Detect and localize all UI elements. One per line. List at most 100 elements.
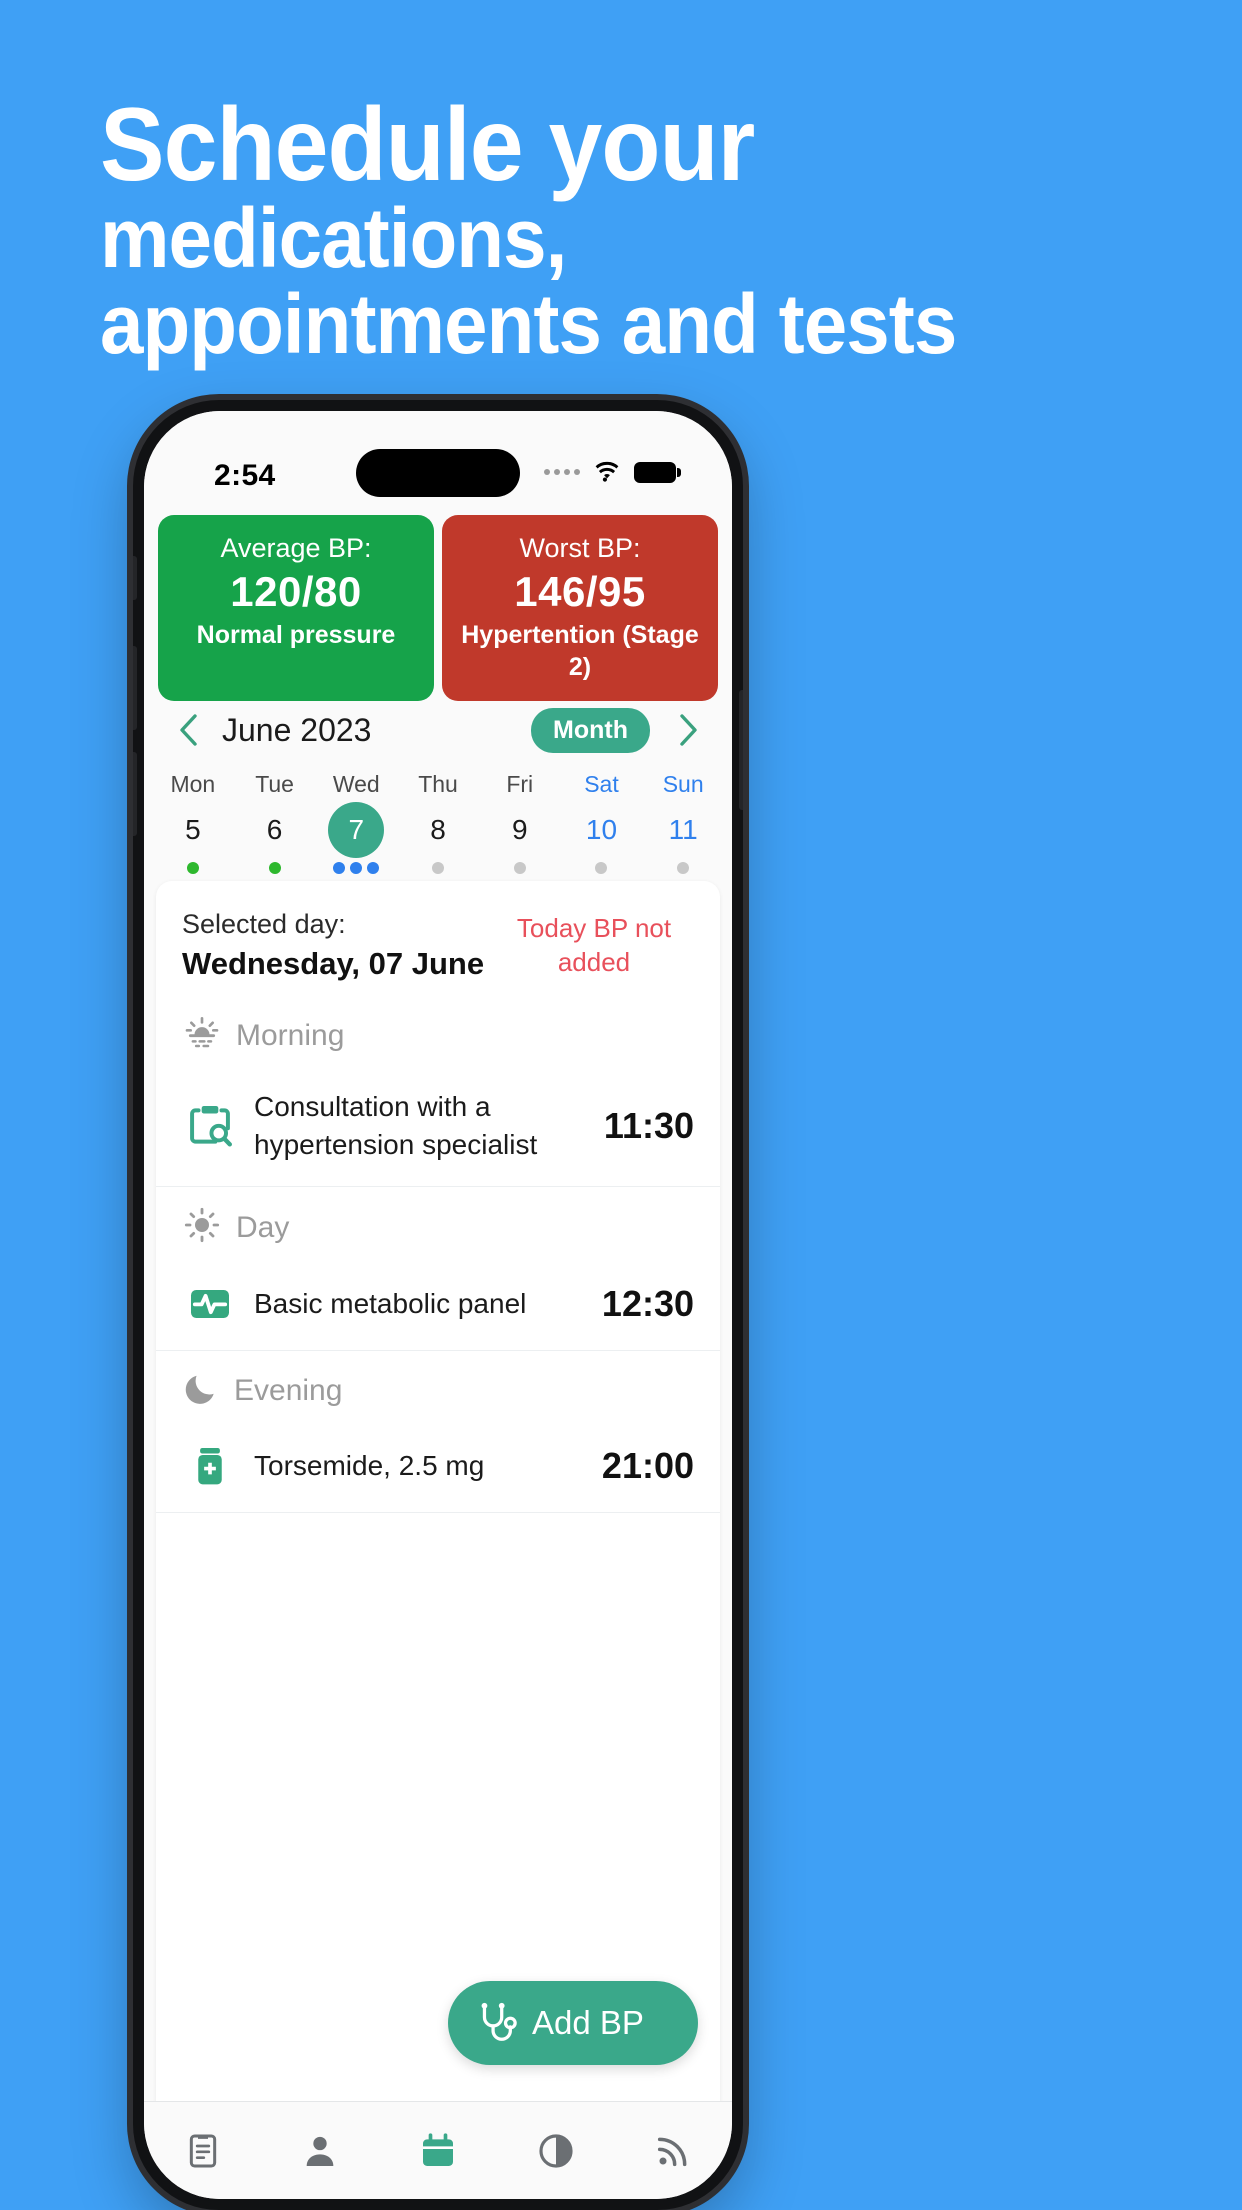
calendar-weekday-name: Wed [332,771,380,797]
battery-icon [634,461,681,483]
add-bp-button[interactable]: Add BP [448,1981,698,2065]
sunrise-icon [182,1013,222,1058]
calendar-day-event-dots [186,861,199,875]
worst-bp-subtitle: Hypertention (Stage 2) [461,621,699,681]
headline-line-2: medications, [100,191,567,285]
event-dot [677,862,690,874]
worst-bp-card[interactable]: Worst BP: 146/95 Hypertention (Stage 2) [442,515,718,701]
calendar-day-event-dots [432,861,445,875]
headline-line-3: appointments and tests [100,277,957,371]
event-dot [268,862,281,874]
schedule-section-label: Evening [234,1373,343,1407]
marketing-headline: Schedule your medications, appointments … [100,87,1100,371]
headline-line-1: Schedule your [100,87,755,203]
schedule-section-header: Evening [156,1351,720,1426]
worst-bp-title: Worst BP: [519,533,641,563]
bottom-tab-bar[interactable] [144,2101,732,2199]
event-dot [186,862,199,874]
calendar-weekday-name: Mon [170,771,216,797]
calendar-day-9[interactable]: Fri 9 [479,767,561,877]
chevron-left-icon[interactable] [168,710,208,750]
schedule-section-label: Day [236,1210,290,1244]
volume-down-button[interactable] [133,752,137,836]
sun-icon [182,1205,222,1250]
event-dot [432,862,445,874]
dynamic-island [356,449,520,497]
calendar-day-event-dots [595,861,608,875]
silent-switch[interactable] [133,556,137,600]
phone-mockup: 2:54 Average BP: 120/80 Normal pressure [133,400,743,2210]
volume-up-button[interactable] [133,646,137,730]
schedule-event-row[interactable]: Torsemide, 2.5 mg 21:00 [156,1426,720,1513]
selected-day-card: Selected day: Wednesday, 07 June Today B… [156,881,720,2117]
calendar-weekday-name: Sat [584,771,619,797]
schedule-sections: Morning Consultation with a hypertension … [156,995,720,1513]
calendar-weekday-name: Tue [255,771,294,797]
calendar-header: June 2023 Month [144,693,732,767]
calendar-view-toggle[interactable]: Month [531,707,650,753]
schedule-section-label: Morning [236,1018,345,1052]
status-indicators [544,461,681,483]
status-bar: 2:54 [144,411,732,507]
schedule-event-time: 11:30 [603,1105,694,1146]
calendar-month-label: June 2023 [222,711,372,748]
schedule-section-header: Morning [156,995,720,1072]
calendar-day-event-dots [677,861,690,875]
calendar-day-6[interactable]: Tue 6 [234,767,316,877]
calendar-day-event-dots [268,861,281,875]
selected-day-label: Selected day: [182,909,346,939]
phone-screen: 2:54 Average BP: 120/80 Normal pressure [144,411,732,2199]
calendar-day-event-dots [513,861,526,875]
schedule-event-title: Basic metabolic panel [254,1288,527,1319]
tab-feed[interactable] [614,2131,732,2171]
calendar-day-10[interactable]: Sat 10 [561,767,643,877]
chevron-right-icon[interactable] [668,710,708,750]
calendar-day-5[interactable]: Mon 5 [152,767,234,877]
calendar-day-number-wrap[interactable]: 5 [165,805,221,855]
schedule-section-header: Day [156,1187,720,1264]
calendar-day-number: 9 [511,814,528,845]
calendar-day-11[interactable]: Sun 11 [642,767,724,877]
calendar-weekday-name: Thu [418,771,458,797]
schedule-event-row[interactable]: Consultation with a hypertension special… [156,1072,720,1187]
calendar-weekday-name: Fri [506,771,534,797]
schedule-event-row[interactable]: Basic metabolic panel 12:30 [156,1264,720,1351]
tab-statistics[interactable] [497,2131,615,2171]
bp-summary-row: Average BP: 120/80 Normal pressure Worst… [144,515,732,701]
bp-warning-text: Today BP not added [516,913,672,977]
calendar-day-7[interactable]: Wed 7 [315,767,397,877]
event-dot [350,862,363,874]
tab-calendar[interactable] [379,2131,497,2171]
calendar-day-number: 6 [266,814,283,845]
schedule-event-title: Torsemide, 2.5 mg [254,1450,485,1481]
calendar-day-number-wrap[interactable]: 8 [410,805,466,855]
tab-profile[interactable] [262,2131,380,2171]
event-dot [595,862,608,874]
schedule-event-time: 21:00 [601,1445,694,1486]
calendar-day-number-wrap[interactable]: 7 [328,805,384,855]
worst-bp-value: 146/95 [514,568,646,615]
event-dot [367,862,380,874]
calendar-day-8[interactable]: Thu 8 [397,767,479,877]
event-dot [513,862,526,874]
average-bp-subtitle: Normal pressure [196,621,396,649]
pill-bottle-icon [182,1442,238,1490]
stethoscope-icon [481,2002,517,2041]
calendar-day-number-wrap[interactable]: 11 [655,805,711,855]
moon-icon [182,1369,220,1412]
average-bp-card[interactable]: Average BP: 120/80 Normal pressure [158,515,434,701]
average-bp-title: Average BP: [220,533,372,563]
add-bp-label: Add BP [532,2004,644,2041]
event-dot [333,862,346,874]
power-button[interactable] [739,690,743,810]
calendar-day-number-wrap[interactable]: 6 [247,805,303,855]
calendar-day-number-wrap[interactable]: 10 [573,805,629,855]
tab-records[interactable] [144,2131,262,2171]
signal-dots-icon [544,469,580,475]
schedule-event-title: Consultation with a hypertension special… [254,1091,538,1160]
selected-day-header: Selected day: Wednesday, 07 June Today B… [156,881,720,995]
average-bp-value: 120/80 [230,568,362,615]
calendar-day-number: 5 [185,814,201,845]
calendar-week-strip[interactable]: Mon 5 Tue 6 Wed 7 Thu 8 Fri 9 Sat 10 Sun 11 [144,767,732,877]
calendar-day-number-wrap[interactable]: 9 [492,805,548,855]
